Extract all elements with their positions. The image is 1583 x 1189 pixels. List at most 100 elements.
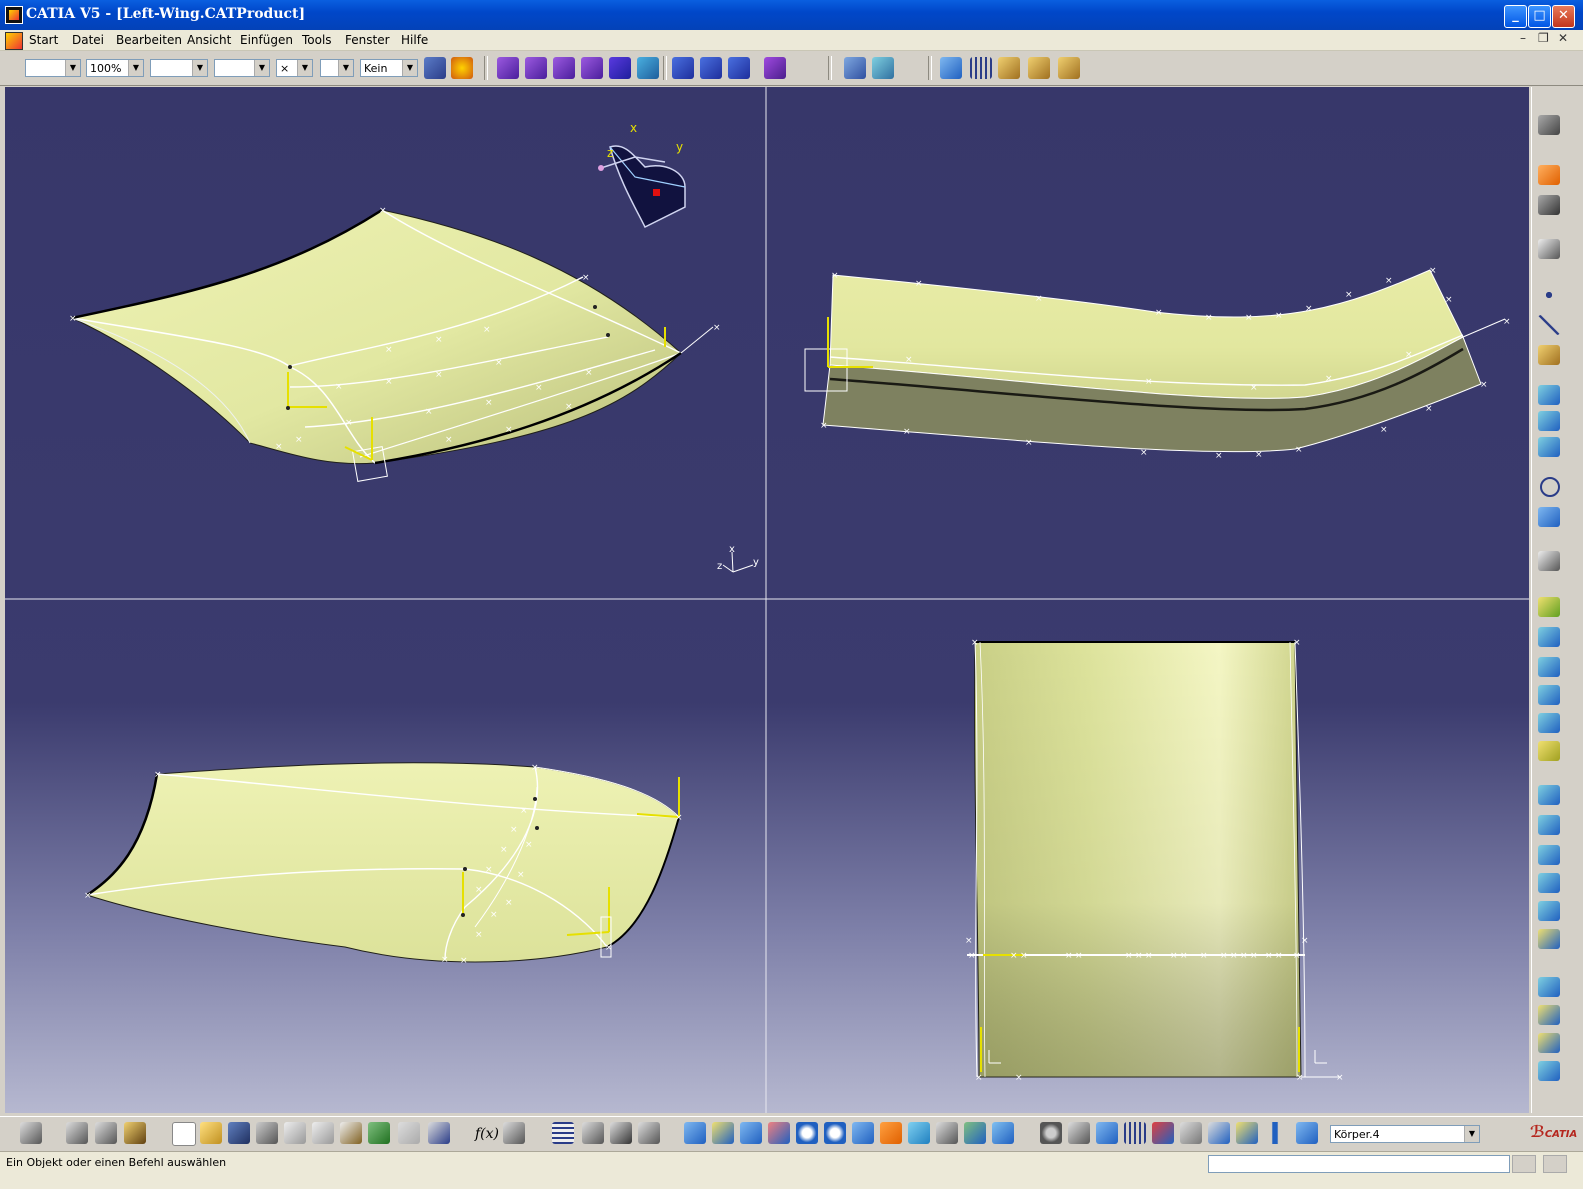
point-type-select[interactable]: × ▼	[276, 59, 313, 77]
open-file-icon[interactable]	[200, 1122, 222, 1144]
offset-surface-icon[interactable]	[1538, 713, 1560, 733]
symmetry-icon[interactable]	[1538, 1033, 1560, 1053]
spline-icon[interactable]	[1538, 507, 1560, 527]
product-structure-icon[interactable]	[20, 1122, 42, 1144]
projection-icon[interactable]	[1538, 385, 1560, 405]
layer-select[interactable]: Kein ▼	[360, 59, 418, 77]
maximize-button[interactable]: □	[1528, 5, 1551, 28]
fly-analysis-icon[interactable]	[1236, 1122, 1258, 1144]
close-button[interactable]: ✕	[1552, 5, 1575, 28]
menu-bearbeiten[interactable]: Bearbeiten	[116, 33, 182, 47]
boolean-operations-icon[interactable]	[764, 57, 786, 79]
fly-mode-icon[interactable]	[684, 1122, 706, 1144]
command-input[interactable]	[1208, 1155, 1510, 1173]
grid-icon[interactable]	[970, 57, 992, 79]
work-support-icon[interactable]	[1152, 1122, 1174, 1144]
doc-minimize-button[interactable]: –	[1520, 31, 1526, 45]
document-icon[interactable]	[5, 32, 23, 50]
status-button-1[interactable]	[1512, 1155, 1536, 1173]
catia-app-icon[interactable]	[5, 6, 23, 24]
extrude-icon[interactable]	[1538, 597, 1560, 617]
minimize-button[interactable]: _	[1504, 5, 1527, 28]
current-body-select[interactable]: Körper.4 ▼	[1330, 1125, 1480, 1143]
catalog-icon[interactable]	[998, 57, 1020, 79]
connect-curve-icon[interactable]	[1538, 551, 1560, 571]
save-icon[interactable]	[228, 1122, 250, 1144]
menu-tools[interactable]: Tools	[302, 33, 332, 47]
lock-icon[interactable]	[610, 1122, 632, 1144]
copy-icon[interactable]	[312, 1122, 334, 1144]
knowledge-advisor-icon[interactable]	[503, 1122, 525, 1144]
cylinder-icon[interactable]	[1538, 685, 1560, 705]
draft-analysis-icon[interactable]	[872, 57, 894, 79]
view-mode-icon[interactable]	[936, 1122, 958, 1144]
rendering-style-select[interactable]: ▼	[320, 59, 354, 77]
close-surface-icon[interactable]	[728, 57, 750, 79]
circle-icon[interactable]	[1540, 477, 1560, 497]
healing-icon[interactable]	[1538, 815, 1560, 835]
spacer-icon[interactable]	[1264, 1122, 1286, 1144]
multi-view-icon[interactable]	[880, 1122, 902, 1144]
measure-inertia-icon[interactable]	[95, 1122, 117, 1144]
revolve-surface-icon[interactable]	[525, 57, 547, 79]
menu-hilfe[interactable]: Hilfe	[401, 33, 428, 47]
menu-einfuegen[interactable]: Einfügen	[240, 33, 293, 47]
select-trap-icon[interactable]	[1538, 195, 1560, 215]
menu-start[interactable]: Start	[29, 33, 58, 47]
material-icon[interactable]	[451, 57, 473, 79]
redo-icon[interactable]	[398, 1122, 420, 1144]
line-thickness-select[interactable]: ▼	[150, 59, 208, 77]
paste-icon[interactable]	[340, 1122, 362, 1144]
point-icon[interactable]	[1538, 285, 1560, 305]
axis-system-icon[interactable]	[1068, 1122, 1090, 1144]
snap-icon[interactable]	[1180, 1122, 1202, 1144]
thick-surface-icon[interactable]	[700, 57, 722, 79]
sweep-icon[interactable]	[1538, 741, 1560, 761]
tree-expand-icon[interactable]	[1208, 1122, 1230, 1144]
design-table-icon[interactable]	[552, 1122, 574, 1144]
apply-material-icon[interactable]	[124, 1122, 146, 1144]
fit-all-icon[interactable]	[712, 1122, 734, 1144]
sphere-icon[interactable]	[1538, 657, 1560, 677]
sweep-surface-icon[interactable]	[553, 57, 575, 79]
hide-icon[interactable]	[964, 1122, 986, 1144]
menu-fenster[interactable]: Fenster	[345, 33, 390, 47]
analysis-icon[interactable]	[844, 57, 866, 79]
boundary-icon[interactable]	[1538, 901, 1560, 921]
powercopy-icon[interactable]	[1058, 57, 1080, 79]
doc-close-button[interactable]: ✕	[1558, 31, 1568, 45]
measure-icon[interactable]	[66, 1122, 88, 1144]
view-cube-icon[interactable]	[1538, 115, 1560, 135]
swap-visible-icon[interactable]	[992, 1122, 1014, 1144]
plane-icon[interactable]	[1538, 345, 1560, 365]
menu-ansicht[interactable]: Ansicht	[187, 33, 231, 47]
rotate-icon[interactable]	[1538, 1005, 1560, 1025]
tree-icon[interactable]	[582, 1122, 604, 1144]
instantiate-icon[interactable]	[1028, 57, 1050, 79]
trim-icon[interactable]	[1538, 873, 1560, 893]
hierarchy-icon[interactable]	[1096, 1122, 1118, 1144]
undo-icon[interactable]	[368, 1122, 390, 1144]
offset-curve-icon[interactable]	[1538, 437, 1560, 457]
extrude-surface-icon[interactable]	[497, 57, 519, 79]
blend-surface-icon[interactable]	[637, 57, 659, 79]
iso-view-icon[interactable]	[908, 1122, 930, 1144]
doc-restore-button[interactable]: ❐	[1538, 31, 1549, 45]
intersection-icon[interactable]	[1538, 411, 1560, 431]
line-icon[interactable]	[1538, 315, 1560, 335]
pan-icon[interactable]	[740, 1122, 762, 1144]
zoom-in-icon[interactable]	[796, 1122, 818, 1144]
update-all-icon[interactable]	[1040, 1122, 1062, 1144]
split-icon[interactable]	[1538, 845, 1560, 865]
painter-icon[interactable]	[424, 57, 446, 79]
viewport-3d[interactable]: × × × × × × × × × × × × × × × × × × × × × x y z	[5, 87, 1529, 1113]
pad-icon[interactable]	[672, 57, 694, 79]
body-icon[interactable]	[1296, 1122, 1318, 1144]
scaling-icon[interactable]	[1538, 1061, 1560, 1081]
update-icon[interactable]	[940, 57, 962, 79]
help-icon[interactable]	[428, 1122, 450, 1144]
extract-icon[interactable]	[1538, 929, 1560, 949]
zoom-out-icon[interactable]	[824, 1122, 846, 1144]
menu-datei[interactable]: Datei	[72, 33, 104, 47]
loft-surface-icon[interactable]	[609, 57, 631, 79]
